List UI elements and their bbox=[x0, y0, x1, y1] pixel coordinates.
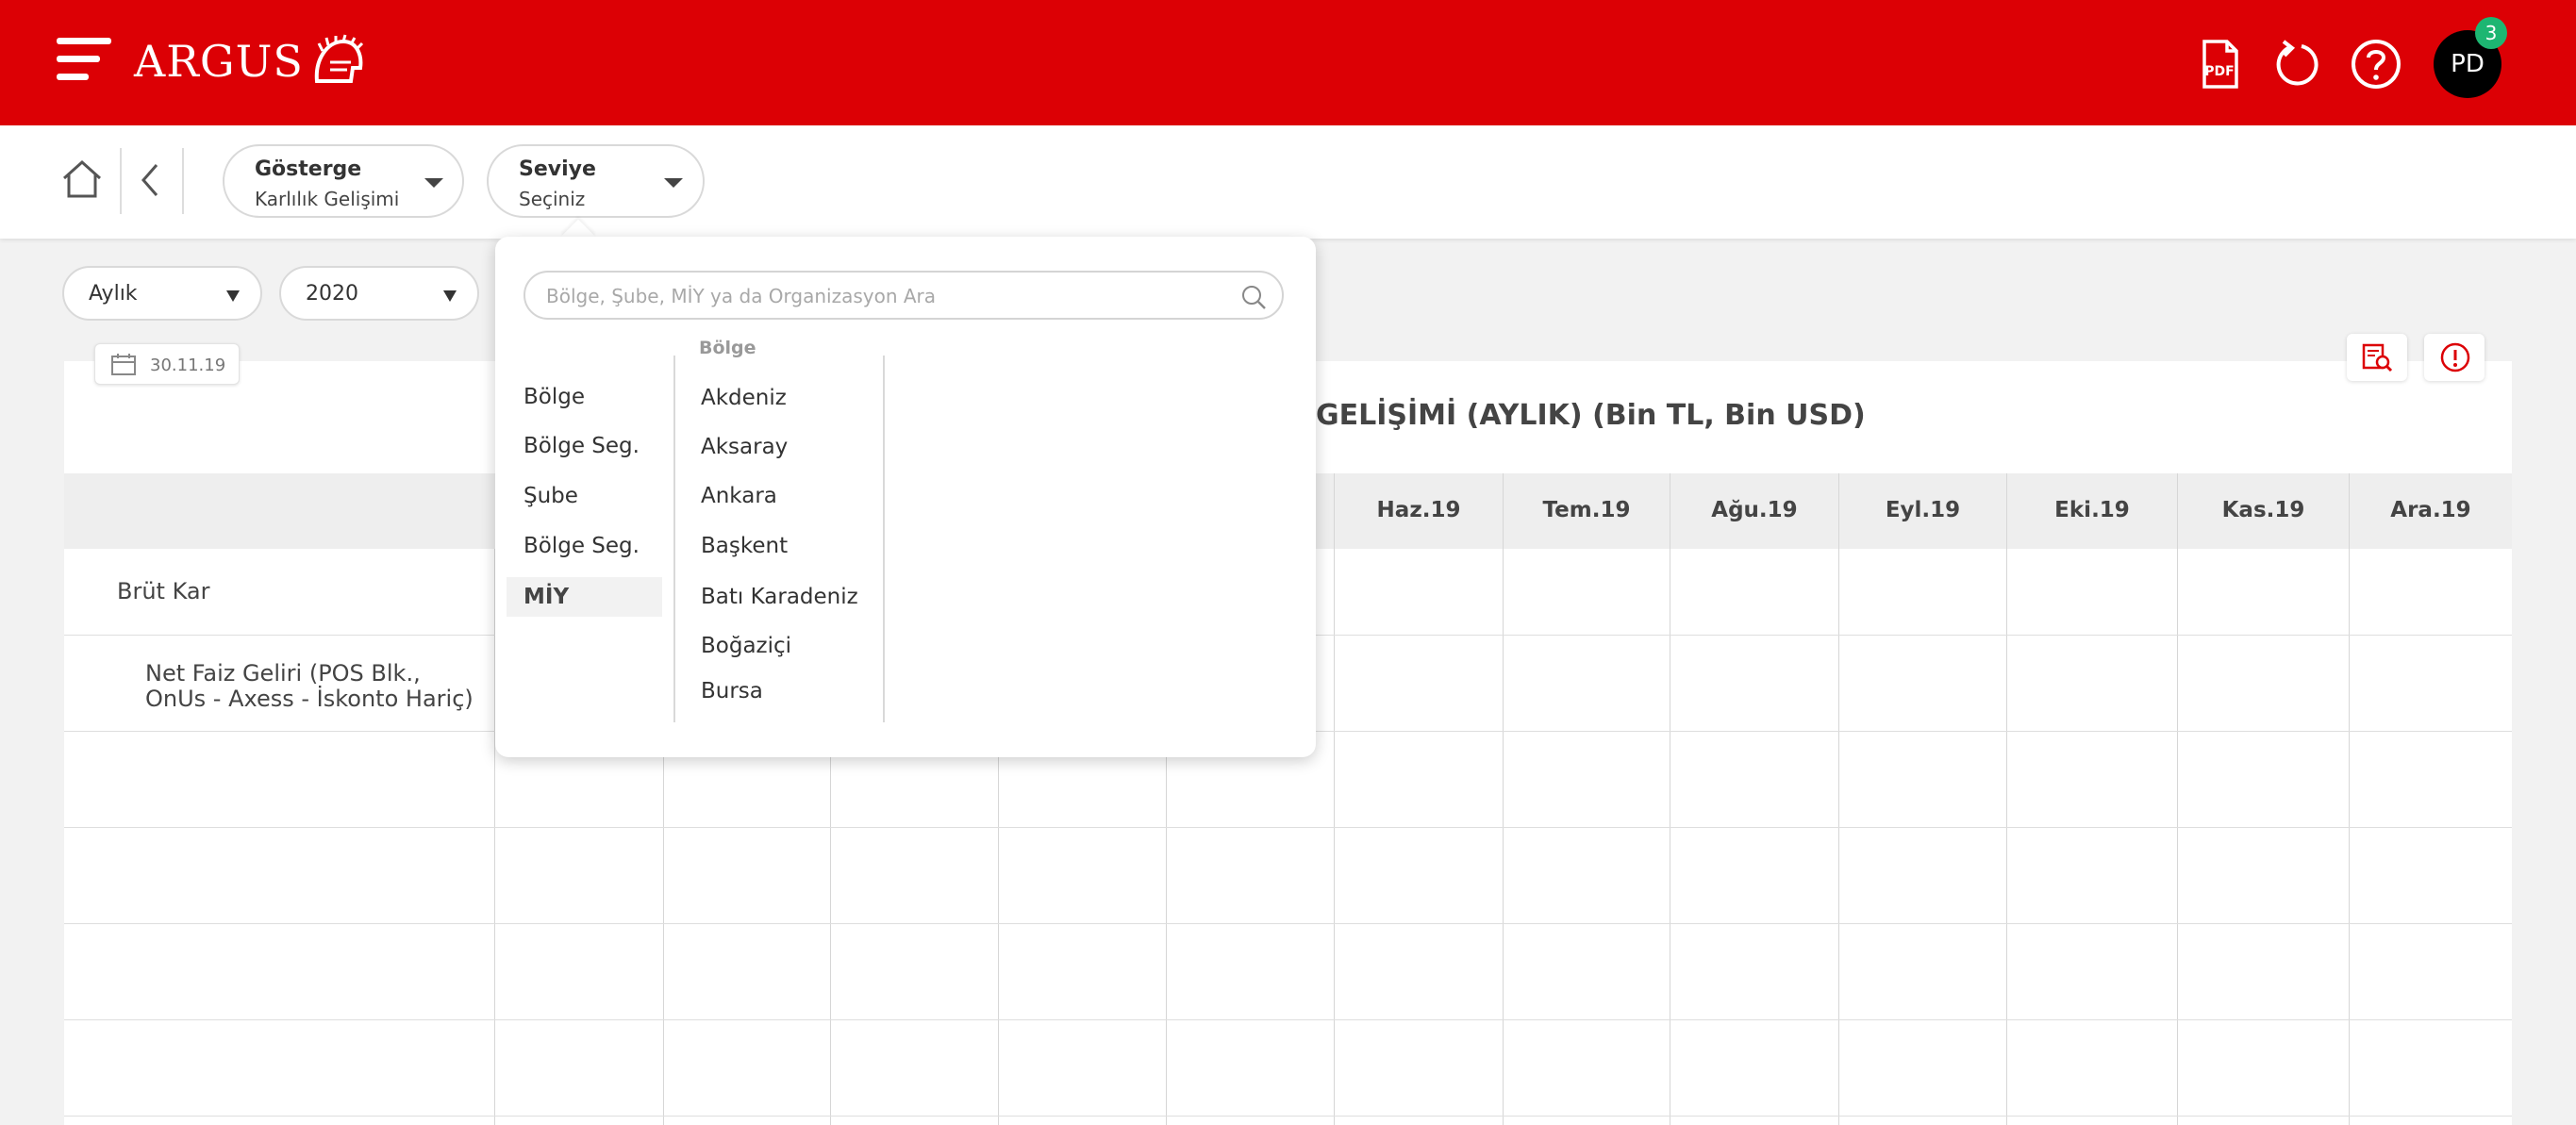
report-search-icon bbox=[2362, 343, 2393, 372]
level-item-bolge-seg-2[interactable]: Bölge Seg. bbox=[507, 526, 662, 566]
grid-line bbox=[1838, 473, 1839, 1125]
column-header: Eyl.19 bbox=[1885, 498, 1961, 522]
region-column-header: Bölge bbox=[699, 338, 756, 358]
grid-line bbox=[998, 757, 999, 1125]
column-header: Tem.19 bbox=[1542, 498, 1631, 522]
column-header: Kas.19 bbox=[2221, 498, 2305, 522]
grid-line bbox=[2177, 473, 2178, 1125]
logo-text: ARGUS bbox=[134, 36, 304, 87]
home-icon[interactable] bbox=[60, 157, 104, 201]
row-label-net-faiz-line1: Net Faiz Geliri (POS Blk., bbox=[145, 660, 421, 687]
org-search-input[interactable] bbox=[546, 282, 1206, 310]
grid-line bbox=[663, 757, 664, 1125]
region-item-baskent[interactable]: Başkent bbox=[701, 534, 788, 558]
helmet-logo-icon bbox=[314, 34, 363, 83]
argus-logo: ARGUS bbox=[134, 30, 364, 92]
report-date: 30.11.19 bbox=[150, 356, 226, 375]
grid-line bbox=[1166, 757, 1167, 1125]
row-label-net-faiz-line2: OnUs - Axess - İskonto Hariç) bbox=[145, 686, 474, 712]
region-item-bursa[interactable]: Bursa bbox=[701, 679, 763, 703]
app-header: ARGUS PDF PD 3 bbox=[0, 0, 2576, 125]
popup-column-divider bbox=[883, 356, 885, 722]
level-item-bolge-seg[interactable]: Bölge Seg. bbox=[507, 426, 662, 466]
popup-column-divider bbox=[673, 356, 675, 722]
level-item-miy[interactable]: MİY bbox=[507, 577, 662, 617]
region-item-aksaray[interactable]: Aksaray bbox=[701, 435, 788, 459]
year-select[interactable]: 2020 bbox=[279, 266, 479, 321]
grid-line bbox=[2349, 473, 2350, 1125]
chevron-down-icon bbox=[664, 178, 683, 188]
seviye-title: Seviye bbox=[519, 157, 596, 181]
row-divider bbox=[64, 923, 2512, 924]
toolbar: Gösterge Karlılık Gelişimi Seviye Seçini… bbox=[0, 125, 2576, 239]
grid-line bbox=[2006, 473, 2007, 1125]
row-divider bbox=[64, 1116, 2512, 1117]
gosterge-title: Gösterge bbox=[255, 157, 362, 181]
org-search-box[interactable] bbox=[524, 271, 1284, 320]
period-select[interactable]: Aylık bbox=[62, 266, 262, 321]
report-date-chip: 30.11.19 bbox=[94, 343, 240, 385]
chevron-down-icon bbox=[424, 178, 443, 188]
region-item-bogazici[interactable]: Boğaziçi bbox=[701, 634, 791, 658]
region-item-bati-karadeniz[interactable]: Batı Karadeniz bbox=[701, 585, 858, 609]
help-icon[interactable] bbox=[2350, 38, 2402, 91]
info-icon bbox=[2440, 342, 2470, 372]
caret-down-icon bbox=[443, 290, 457, 302]
report-title: GELİŞİMİ (AYLIK) (Bin TL, Bin USD) bbox=[1316, 399, 1866, 432]
grid-line bbox=[1334, 473, 1335, 1125]
year-label: 2020 bbox=[306, 282, 358, 306]
back-arrow-icon[interactable] bbox=[136, 161, 164, 199]
grid-line bbox=[830, 757, 831, 1125]
search-icon[interactable] bbox=[1240, 284, 1267, 310]
row-divider bbox=[64, 1019, 2512, 1020]
column-header: Eki.19 bbox=[2054, 498, 2130, 522]
region-item-ankara[interactable]: Ankara bbox=[701, 484, 777, 508]
period-label: Aylık bbox=[89, 282, 138, 306]
info-button[interactable] bbox=[2424, 334, 2485, 381]
row-label-brut-kar: Brüt Kar bbox=[117, 578, 210, 604]
report-search-button[interactable] bbox=[2347, 334, 2407, 381]
seviye-select[interactable]: Seviye Seçiniz bbox=[487, 144, 705, 218]
notification-badge: 3 bbox=[2475, 17, 2507, 49]
level-item-bolge[interactable]: Bölge bbox=[507, 377, 662, 417]
column-header: Ara.19 bbox=[2390, 498, 2471, 522]
region-item-akdeniz[interactable]: Akdeniz bbox=[701, 386, 787, 410]
hamburger-menu-icon[interactable] bbox=[57, 36, 115, 83]
caret-down-icon bbox=[226, 290, 240, 302]
refresh-icon[interactable] bbox=[2271, 38, 2324, 91]
calendar-icon bbox=[111, 354, 136, 375]
pdf-export-icon[interactable]: PDF bbox=[2193, 38, 2246, 91]
row-divider bbox=[64, 827, 2512, 828]
gosterge-select[interactable]: Gösterge Karlılık Gelişimi bbox=[223, 144, 464, 218]
toolbar-divider bbox=[182, 148, 184, 214]
grid-line bbox=[1503, 473, 1504, 1125]
column-header: Haz.19 bbox=[1376, 498, 1461, 522]
gosterge-value: Karlılık Gelişimi bbox=[255, 188, 400, 210]
toolbar-divider bbox=[120, 148, 122, 214]
column-header: Ağu.19 bbox=[1711, 498, 1798, 522]
seviye-value: Seçiniz bbox=[519, 188, 586, 210]
pdf-label: PDF bbox=[2204, 64, 2234, 79]
level-item-sube[interactable]: Şube bbox=[507, 476, 662, 516]
